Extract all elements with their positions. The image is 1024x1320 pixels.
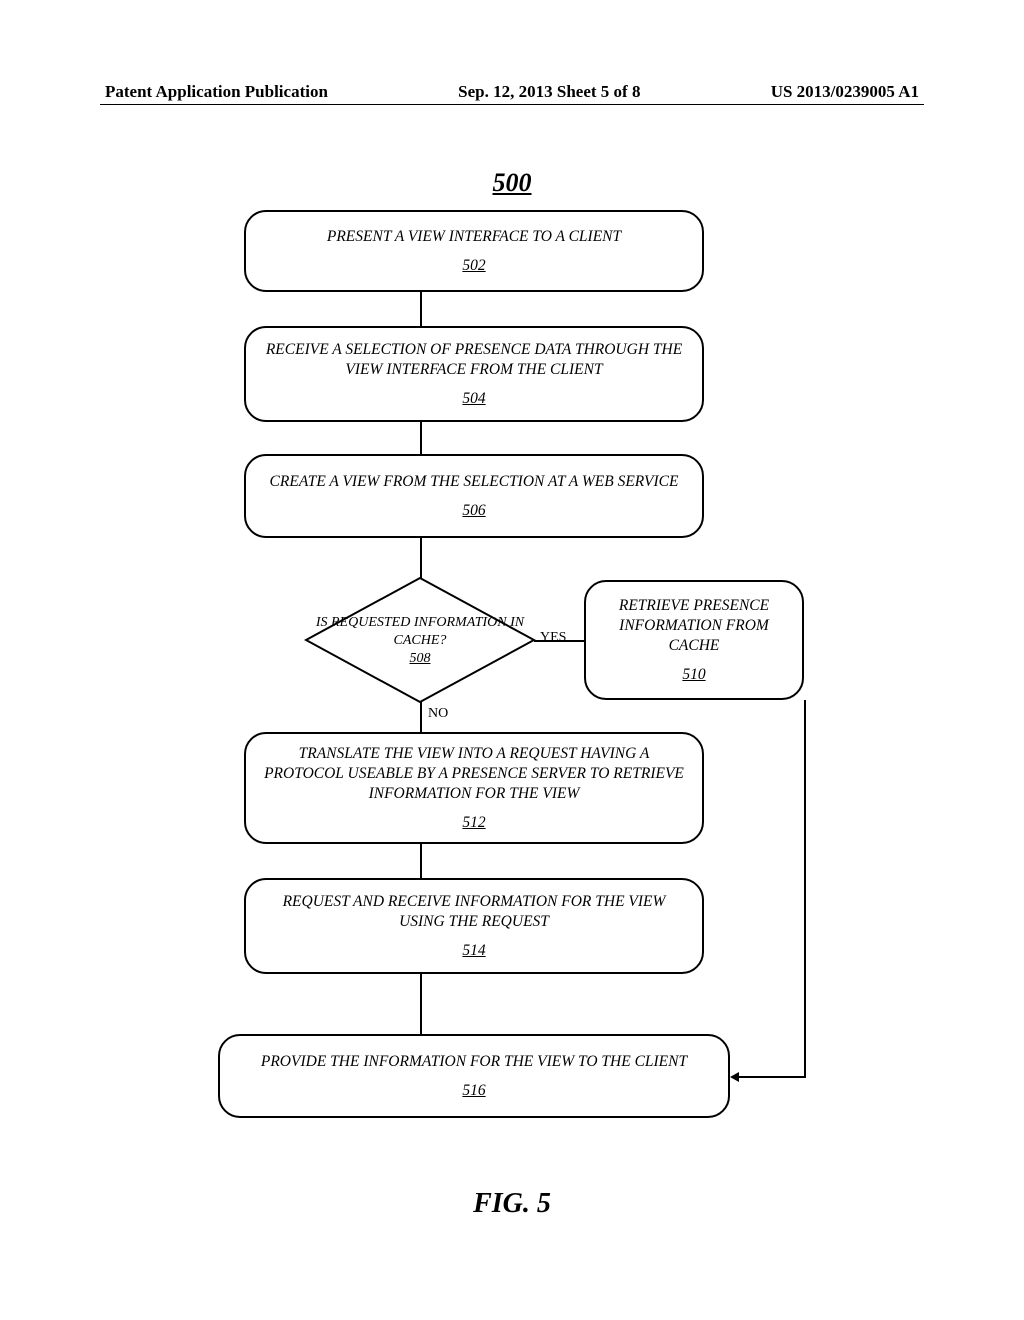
step-514-text: REQUEST AND RECEIVE INFORMATION FOR THE … [258, 892, 690, 932]
step-512-ref: 512 [462, 814, 485, 832]
header-right: US 2013/0239005 A1 [771, 82, 919, 102]
step-510-ref: 510 [682, 666, 705, 684]
step-510: RETRIEVE PRESENCE INFORMATION FROM CACHE… [584, 580, 804, 700]
step-506-text: CREATE A VIEW FROM THE SELECTION AT A WE… [270, 472, 679, 492]
step-506: CREATE A VIEW FROM THE SELECTION AT A WE… [244, 454, 704, 538]
no-label: NO [428, 706, 448, 722]
yes-label: YES [540, 630, 566, 646]
step-502: PRESENT A VIEW INTERFACE TO A CLIENT 502 [244, 210, 704, 292]
decision-508-ref: 508 [304, 651, 536, 667]
connector-510-to-516 [738, 1076, 806, 1078]
step-516-ref: 516 [462, 1082, 485, 1100]
step-512-text: TRANSLATE THE VIEW INTO A REQUEST HAVING… [258, 744, 690, 804]
header-divider [100, 104, 924, 105]
step-516-text: PROVIDE THE INFORMATION FOR THE VIEW TO … [261, 1052, 687, 1072]
step-502-ref: 502 [462, 257, 485, 275]
arrowhead-icon [730, 1072, 739, 1082]
decision-508-text: IS REQUESTED INFORMATION IN CACHE? [304, 614, 536, 649]
step-510-text: RETRIEVE PRESENCE INFORMATION FROM CACHE [598, 596, 790, 656]
step-502-text: PRESENT A VIEW INTERFACE TO A CLIENT [327, 227, 621, 247]
header-left: Patent Application Publication [105, 82, 328, 102]
figure-caption: FIG. 5 [0, 1188, 1024, 1220]
step-516: PROVIDE THE INFORMATION FOR THE VIEW TO … [218, 1034, 730, 1118]
figure-number: 500 [0, 168, 1024, 198]
header-mid: Sep. 12, 2013 Sheet 5 of 8 [458, 82, 640, 102]
connector-514-516 [420, 974, 422, 1034]
step-514-ref: 514 [462, 942, 485, 960]
decision-508: IS REQUESTED INFORMATION IN CACHE? 508 [304, 576, 536, 704]
connector-512-514 [420, 844, 422, 878]
step-504-ref: 504 [462, 390, 485, 408]
connector-502-504 [420, 292, 422, 326]
step-506-ref: 506 [462, 502, 485, 520]
step-504: RECEIVE A SELECTION OF PRESENCE DATA THR… [244, 326, 704, 422]
connector-508-512 [420, 702, 422, 732]
connector-510-down [804, 700, 806, 1078]
connector-508-510 [534, 640, 584, 642]
step-514: REQUEST AND RECEIVE INFORMATION FOR THE … [244, 878, 704, 974]
step-504-text: RECEIVE A SELECTION OF PRESENCE DATA THR… [258, 340, 690, 380]
step-512: TRANSLATE THE VIEW INTO A REQUEST HAVING… [244, 732, 704, 844]
connector-504-506 [420, 422, 422, 454]
page-header: Patent Application Publication Sep. 12, … [0, 82, 1024, 102]
connector-506-508 [420, 538, 422, 580]
